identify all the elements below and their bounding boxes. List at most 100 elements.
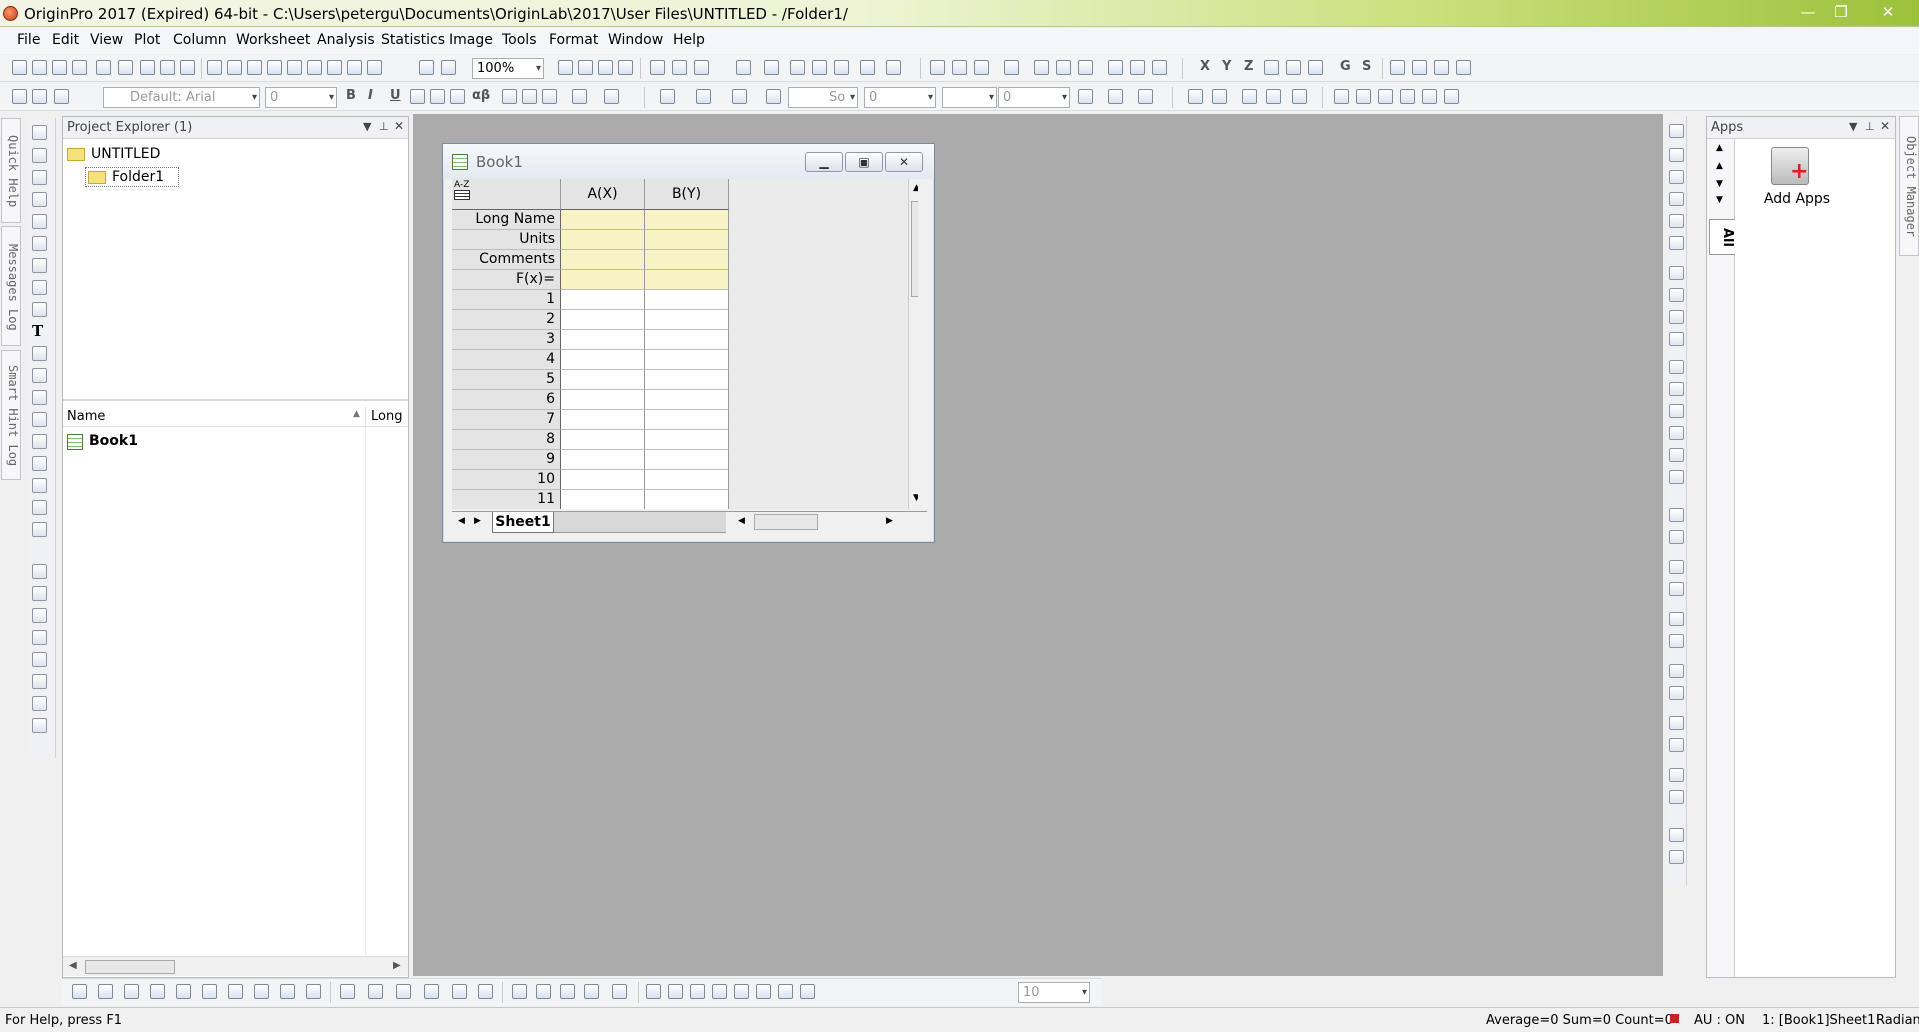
data-cell[interactable] xyxy=(645,430,729,450)
frame-icon[interactable] xyxy=(1669,426,1684,440)
distribute-icon[interactable] xyxy=(1242,89,1257,104)
label-cell[interactable] xyxy=(645,270,729,290)
row-header[interactable]: 3 xyxy=(452,330,561,350)
pattern-fill-icon[interactable] xyxy=(1078,89,1093,104)
cut-icon[interactable] xyxy=(12,89,27,104)
tab-next-icon[interactable]: ▶ xyxy=(474,516,481,526)
duplicate-icon[interactable] xyxy=(618,60,633,75)
data-cell[interactable] xyxy=(561,370,645,390)
italic-button[interactable]: I xyxy=(368,88,373,103)
filter-icon[interactable] xyxy=(1108,60,1123,75)
column-header-b[interactable]: B(Y) xyxy=(645,179,729,210)
align-top-icon[interactable] xyxy=(1669,508,1684,522)
new-project-icon[interactable] xyxy=(12,60,27,75)
menu-view[interactable]: View xyxy=(90,32,123,48)
insert-equation-icon[interactable] xyxy=(32,500,47,515)
data-cell[interactable] xyxy=(645,470,729,490)
row-header[interactable]: 8 xyxy=(452,430,561,450)
rotate-icon[interactable] xyxy=(1669,214,1684,228)
label-row-header[interactable]: F(x)= xyxy=(452,270,561,290)
label-cell[interactable] xyxy=(645,210,729,230)
column-width-icon[interactable] xyxy=(572,89,587,104)
data-cell[interactable] xyxy=(561,330,645,350)
superscript-icon[interactable] xyxy=(410,89,425,104)
save-template-icon[interactable] xyxy=(267,60,282,75)
symbol-combo[interactable] xyxy=(942,87,997,108)
panel-close-icon[interactable]: ✕ xyxy=(1880,119,1890,133)
data-cell[interactable] xyxy=(645,370,729,390)
recalculate-icon[interactable] xyxy=(441,60,456,75)
code-builder-icon[interactable] xyxy=(650,60,665,75)
pin-icon[interactable]: ⊥ xyxy=(1865,120,1875,133)
right-axis-icon[interactable] xyxy=(1669,404,1684,418)
hscroll-left-icon[interactable]: ◀ xyxy=(738,516,745,526)
font-combo[interactable]: Default: Arial xyxy=(103,87,260,108)
zoom-out-icon[interactable] xyxy=(32,170,47,185)
line-style-combo[interactable]: So xyxy=(788,87,858,108)
row-header[interactable]: 11 xyxy=(452,490,561,509)
import-multiple-icon[interactable] xyxy=(307,60,322,75)
view-options-icon[interactable] xyxy=(612,984,627,999)
menu-window[interactable]: Window xyxy=(608,32,663,48)
label-cell[interactable] xyxy=(645,250,729,270)
align-middle-icon[interactable] xyxy=(1669,530,1684,544)
heatmap-icon[interactable] xyxy=(478,984,493,999)
set-error-icon[interactable] xyxy=(1264,60,1279,75)
sort-icon[interactable] xyxy=(974,60,989,75)
horizontal-scrollbar[interactable]: ◀ ▶ xyxy=(63,956,408,976)
swap-mask-icon[interactable] xyxy=(712,984,727,999)
menu-worksheet[interactable]: Worksheet xyxy=(236,32,310,48)
table-tool-icon[interactable] xyxy=(32,718,47,733)
mask-icon[interactable] xyxy=(32,280,47,295)
new-workbook-icon[interactable] xyxy=(32,60,47,75)
subscript-icon[interactable] xyxy=(430,89,445,104)
decrease-font-icon[interactable] xyxy=(522,89,537,104)
copy-page-icon[interactable] xyxy=(578,60,593,75)
apps-gallery-icon[interactable] xyxy=(834,60,849,75)
import-excel-icon[interactable] xyxy=(327,60,342,75)
data-cell[interactable] xyxy=(645,350,729,370)
insert-table-icon[interactable] xyxy=(32,346,47,361)
statistics-tool-icon[interactable] xyxy=(32,564,47,579)
scroll-top-icon[interactable]: ▲ xyxy=(1716,143,1723,153)
label-row-header[interactable]: Long Name xyxy=(452,210,561,230)
new-matrix-icon[interactable] xyxy=(52,60,67,75)
data-reader-icon[interactable] xyxy=(764,60,779,75)
same-width-icon[interactable] xyxy=(1669,582,1684,596)
scroll-thumb[interactable] xyxy=(911,201,918,297)
sum-icon[interactable] xyxy=(930,60,945,75)
font-color-icon[interactable] xyxy=(604,89,619,104)
3d-bar-icon[interactable] xyxy=(368,984,383,999)
panel-menu-icon[interactable]: ▼ xyxy=(363,120,371,133)
frequency-icon[interactable] xyxy=(1004,60,1019,75)
set-z-icon[interactable]: Z xyxy=(1244,59,1253,74)
results-log-icon[interactable] xyxy=(672,60,687,75)
polar-plot-icon[interactable] xyxy=(254,984,269,999)
screen-reader-icon[interactable] xyxy=(32,214,47,229)
object-menu-icon[interactable] xyxy=(1444,89,1459,104)
remove-filter-icon[interactable] xyxy=(1130,60,1145,75)
distribute-h-icon[interactable] xyxy=(1669,634,1684,648)
label-cell[interactable] xyxy=(561,230,645,250)
data-cell[interactable] xyxy=(645,290,729,310)
group-object-icon[interactable] xyxy=(1669,686,1684,700)
column-plot-icon[interactable] xyxy=(150,984,165,999)
data-cell[interactable] xyxy=(561,470,645,490)
rescale-icon[interactable] xyxy=(1669,170,1684,184)
data-cell[interactable] xyxy=(561,310,645,330)
insert-object-icon[interactable] xyxy=(32,522,47,537)
row-header[interactable]: 1 xyxy=(452,290,561,310)
bar-chart-icon[interactable] xyxy=(1034,60,1049,75)
arrange-layer-icon[interactable] xyxy=(1669,310,1684,324)
value-combo[interactable]: 0 xyxy=(998,87,1070,108)
color-scale-icon[interactable] xyxy=(32,674,47,689)
import-wizard-icon[interactable] xyxy=(180,60,195,75)
scroll-thumb[interactable] xyxy=(85,960,175,974)
bold-button[interactable]: B xyxy=(346,88,356,103)
tilt-icon[interactable] xyxy=(536,984,551,999)
minimize-button[interactable]: — xyxy=(1793,2,1823,22)
template-library-icon[interactable] xyxy=(306,984,321,999)
filter-options-icon[interactable] xyxy=(1152,60,1167,75)
column-header-name[interactable]: Name xyxy=(67,409,105,424)
greek-button[interactable]: αβ xyxy=(472,88,490,103)
